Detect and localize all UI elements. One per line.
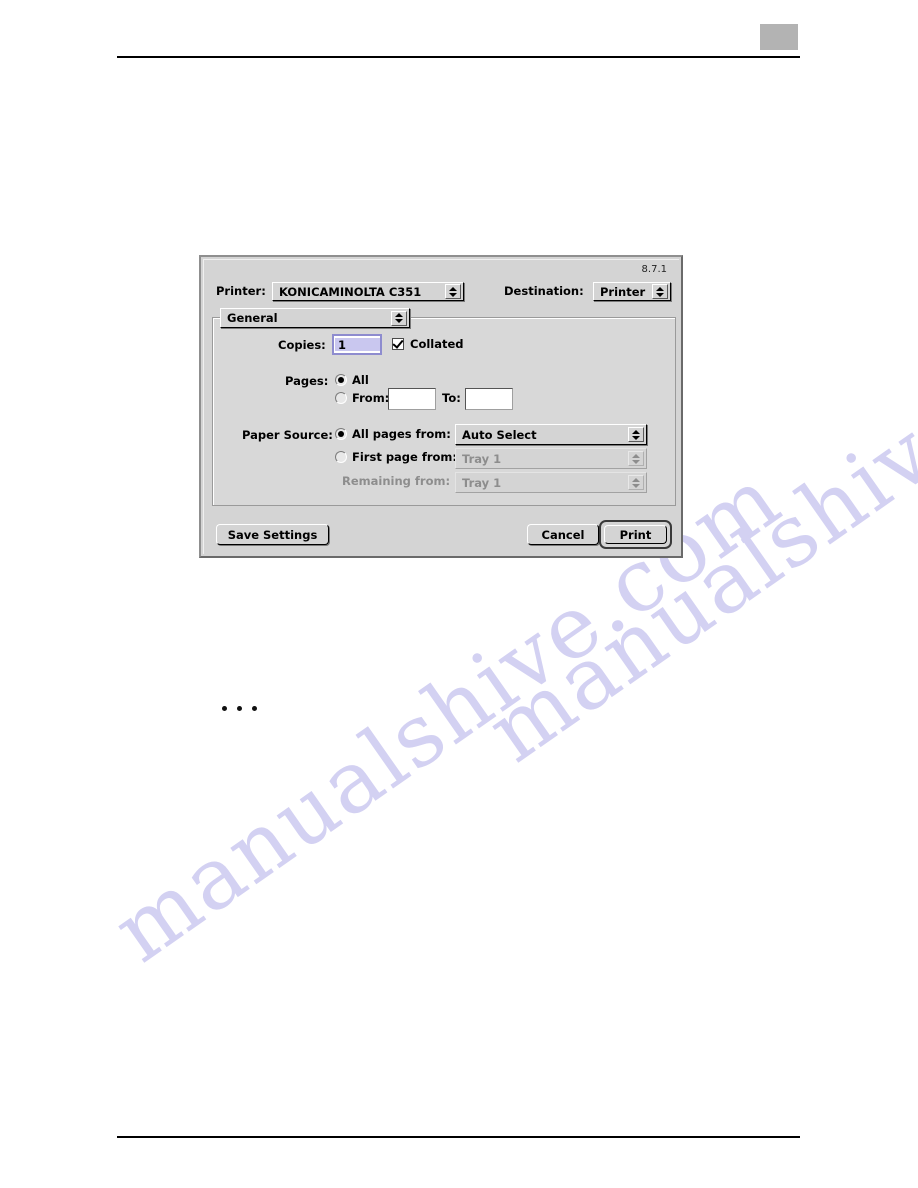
pages-range-option[interactable]: From: [335,391,389,405]
page-footer-rule [117,1136,800,1138]
pane-popup-general[interactable]: General [220,308,410,328]
all-pages-from-popup[interactable]: Auto Select [455,424,647,445]
ellipsis-dot [237,706,242,711]
remaining-from-label: Remaining from: [342,474,451,488]
destination-row: Destination: [504,284,584,298]
pages-to-label-row: To: [442,391,461,405]
print-button[interactable]: Print [604,525,667,544]
copies-input-value: 1 [335,338,380,352]
page-header-rule [117,56,800,58]
all-pages-from-radio[interactable] [335,428,347,440]
printer-popup[interactable]: KONICAMINOLTA C351 [272,282,464,301]
pane-popup-value: General [227,311,278,325]
pages-all-radio[interactable] [335,374,347,386]
first-page-from-option[interactable]: First page from: [335,450,457,464]
first-page-from-label: First page from: [352,450,457,464]
copies-input[interactable]: 1 [332,334,382,355]
pages-label: Pages: [285,374,329,388]
driver-version-label: 8.7.1 [641,264,667,275]
first-page-from-radio[interactable] [335,451,347,463]
updown-arrows-icon [628,451,644,466]
pages-to-label: To: [442,391,461,405]
updown-arrows-icon [391,310,407,326]
paper-source-label: Paper Source: [242,428,333,442]
print-dialog: 8.7.1 Printer: KONICAMINOLTA C351 Destin… [199,255,683,558]
collated-label: Collated [410,337,464,351]
pages-all-option[interactable]: All [335,373,369,387]
page-watermark: manualshive.com manualshive.com [0,0,918,1188]
collated-option[interactable]: Collated [392,337,464,351]
page-header-block [760,24,798,50]
ellipsis-marker [222,706,257,711]
all-pages-from-label: All pages from: [352,427,451,441]
remaining-from-value: Tray 1 [462,475,502,490]
cancel-label: Cancel [541,527,585,542]
pages-from-label: From: [352,391,390,405]
copies-label: Copies: [278,338,326,352]
destination-popup[interactable]: Printer [593,282,671,301]
save-settings-label: Save Settings [227,527,318,542]
remaining-from-row: Remaining from: [342,474,450,488]
destination-label: Destination: [504,284,584,298]
remaining-from-popup[interactable]: Tray 1 [455,472,647,493]
ellipsis-dot [252,706,257,711]
pages-range-radio[interactable] [335,392,347,404]
printer-label: Printer: [216,284,266,298]
updown-arrows-icon [628,475,644,490]
print-dialog-body: 8.7.1 Printer: KONICAMINOLTA C351 Destin… [203,259,679,554]
pages-all-label: All [352,373,369,387]
all-pages-from-value: Auto Select [462,427,537,442]
updown-arrows-icon [445,284,461,299]
all-pages-from-option[interactable]: All pages from: [335,427,451,441]
first-page-from-value: Tray 1 [462,451,502,466]
updown-arrows-icon [628,427,644,442]
destination-popup-value: Printer [600,284,646,299]
pages-row-label: Pages: [285,374,328,388]
pages-to-input[interactable] [465,388,513,410]
print-label: Print [619,527,652,542]
printer-row: Printer: [216,284,266,298]
ellipsis-dot [222,706,227,711]
copies-row: Copies: [278,338,326,352]
first-page-from-popup[interactable]: Tray 1 [455,448,647,469]
collated-checkbox[interactable] [392,338,404,350]
paper-source-label-row: Paper Source: [242,428,333,442]
pages-from-input[interactable] [388,388,436,410]
cancel-button[interactable]: Cancel [527,524,599,545]
updown-arrows-icon [652,284,668,299]
printer-popup-value: KONICAMINOLTA C351 [279,284,422,299]
save-settings-button[interactable]: Save Settings [216,524,329,545]
